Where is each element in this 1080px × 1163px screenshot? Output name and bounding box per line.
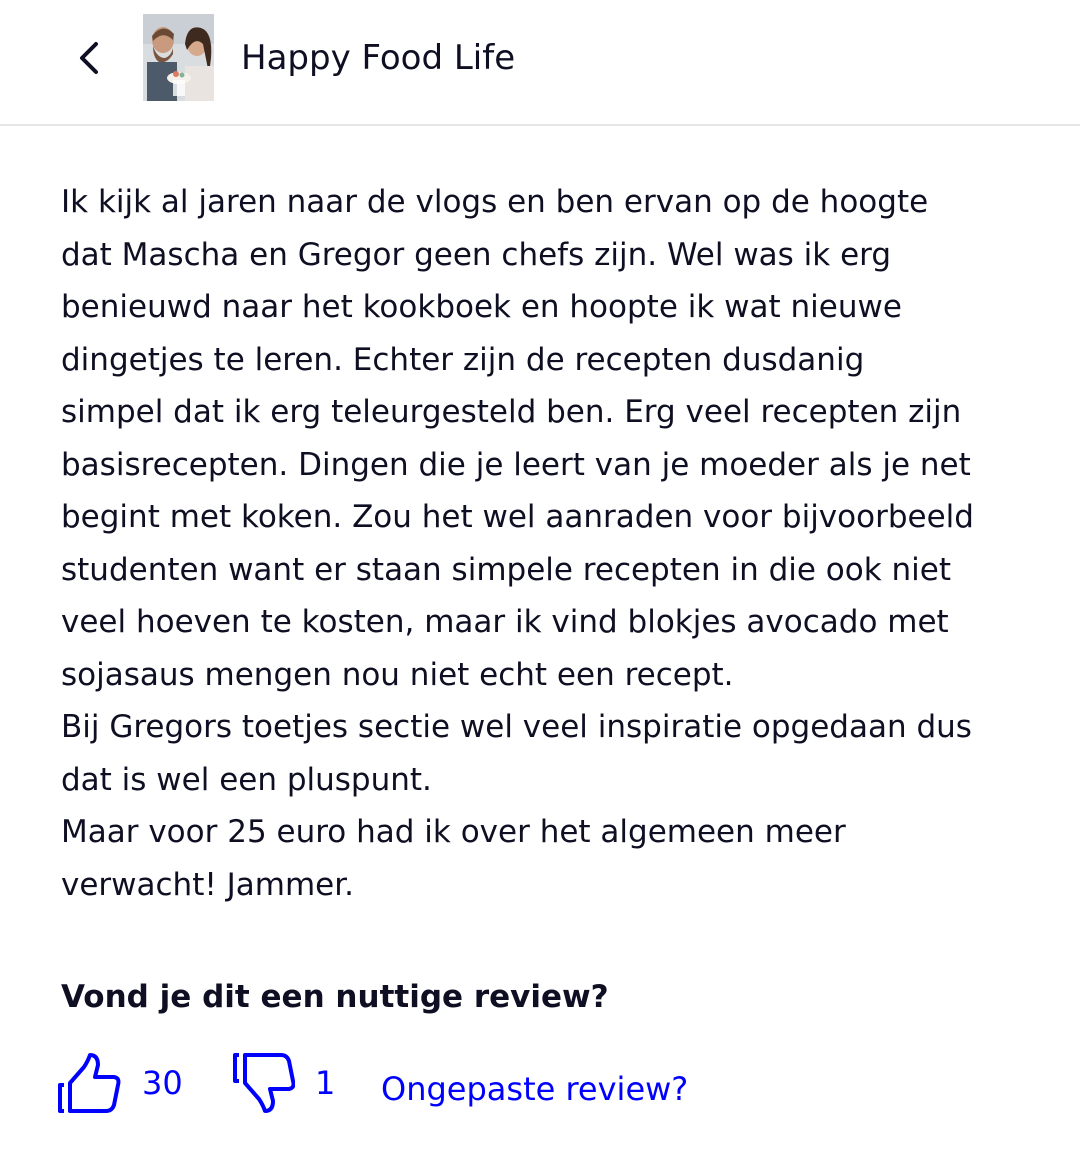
thumbs-down-icon xyxy=(233,1053,295,1113)
helpful-question: Vond je dit een nuttige review? xyxy=(61,979,609,1015)
review-text: Ik kijk al jaren naar de vlogs en ben er… xyxy=(61,176,1036,911)
review-line: studenten want er staan simpele recepten… xyxy=(61,551,952,588)
review-line: Maar voor 25 euro had ik over het algeme… xyxy=(61,814,846,850)
review-line: begint met koken. Zou het wel aanraden v… xyxy=(61,499,974,535)
review-line: veel hoeven te kosten, maar ik vind blok… xyxy=(61,604,949,640)
book-title: Happy Food Life xyxy=(241,38,516,78)
book-cover-image[interactable] xyxy=(143,14,214,101)
downvote-button[interactable]: 1 xyxy=(231,1048,335,1118)
review-line: Bij Gregors toetjes sectie wel veel insp… xyxy=(61,709,972,745)
review-line: basisrecepten. Dingen die je leert van j… xyxy=(61,446,971,483)
review-line: simpel dat ik erg teleurgesteld ben. Erg… xyxy=(61,394,962,430)
thumbs-up-icon xyxy=(58,1053,121,1113)
book-cover-illustration xyxy=(143,14,214,101)
review-line: dingetjes te leren. Echter zijn de recep… xyxy=(61,341,865,378)
top-bar: Happy Food Life xyxy=(0,0,1080,126)
upvote-button[interactable]: 30 xyxy=(58,1048,183,1118)
back-button[interactable] xyxy=(60,30,116,86)
report-review-link[interactable]: Ongepaste review? xyxy=(381,1067,688,1111)
review-line: sojasaus mengen nou niet echt een recept… xyxy=(61,656,734,693)
review-line: benieuwd naar het kookboek en hoopte ik … xyxy=(61,289,902,325)
review-line: Ik kijk al jaren naar de vlogs en ben er… xyxy=(61,184,929,220)
review-line: dat is wel een pluspunt. xyxy=(61,761,432,798)
chevron-left-icon xyxy=(80,42,98,74)
review-line: verwacht! Jammer. xyxy=(61,866,355,903)
upvote-count: 30 xyxy=(142,1064,183,1102)
downvote-count: 1 xyxy=(315,1064,336,1102)
review-line: dat Mascha en Gregor geen chefs zijn. We… xyxy=(61,236,892,273)
